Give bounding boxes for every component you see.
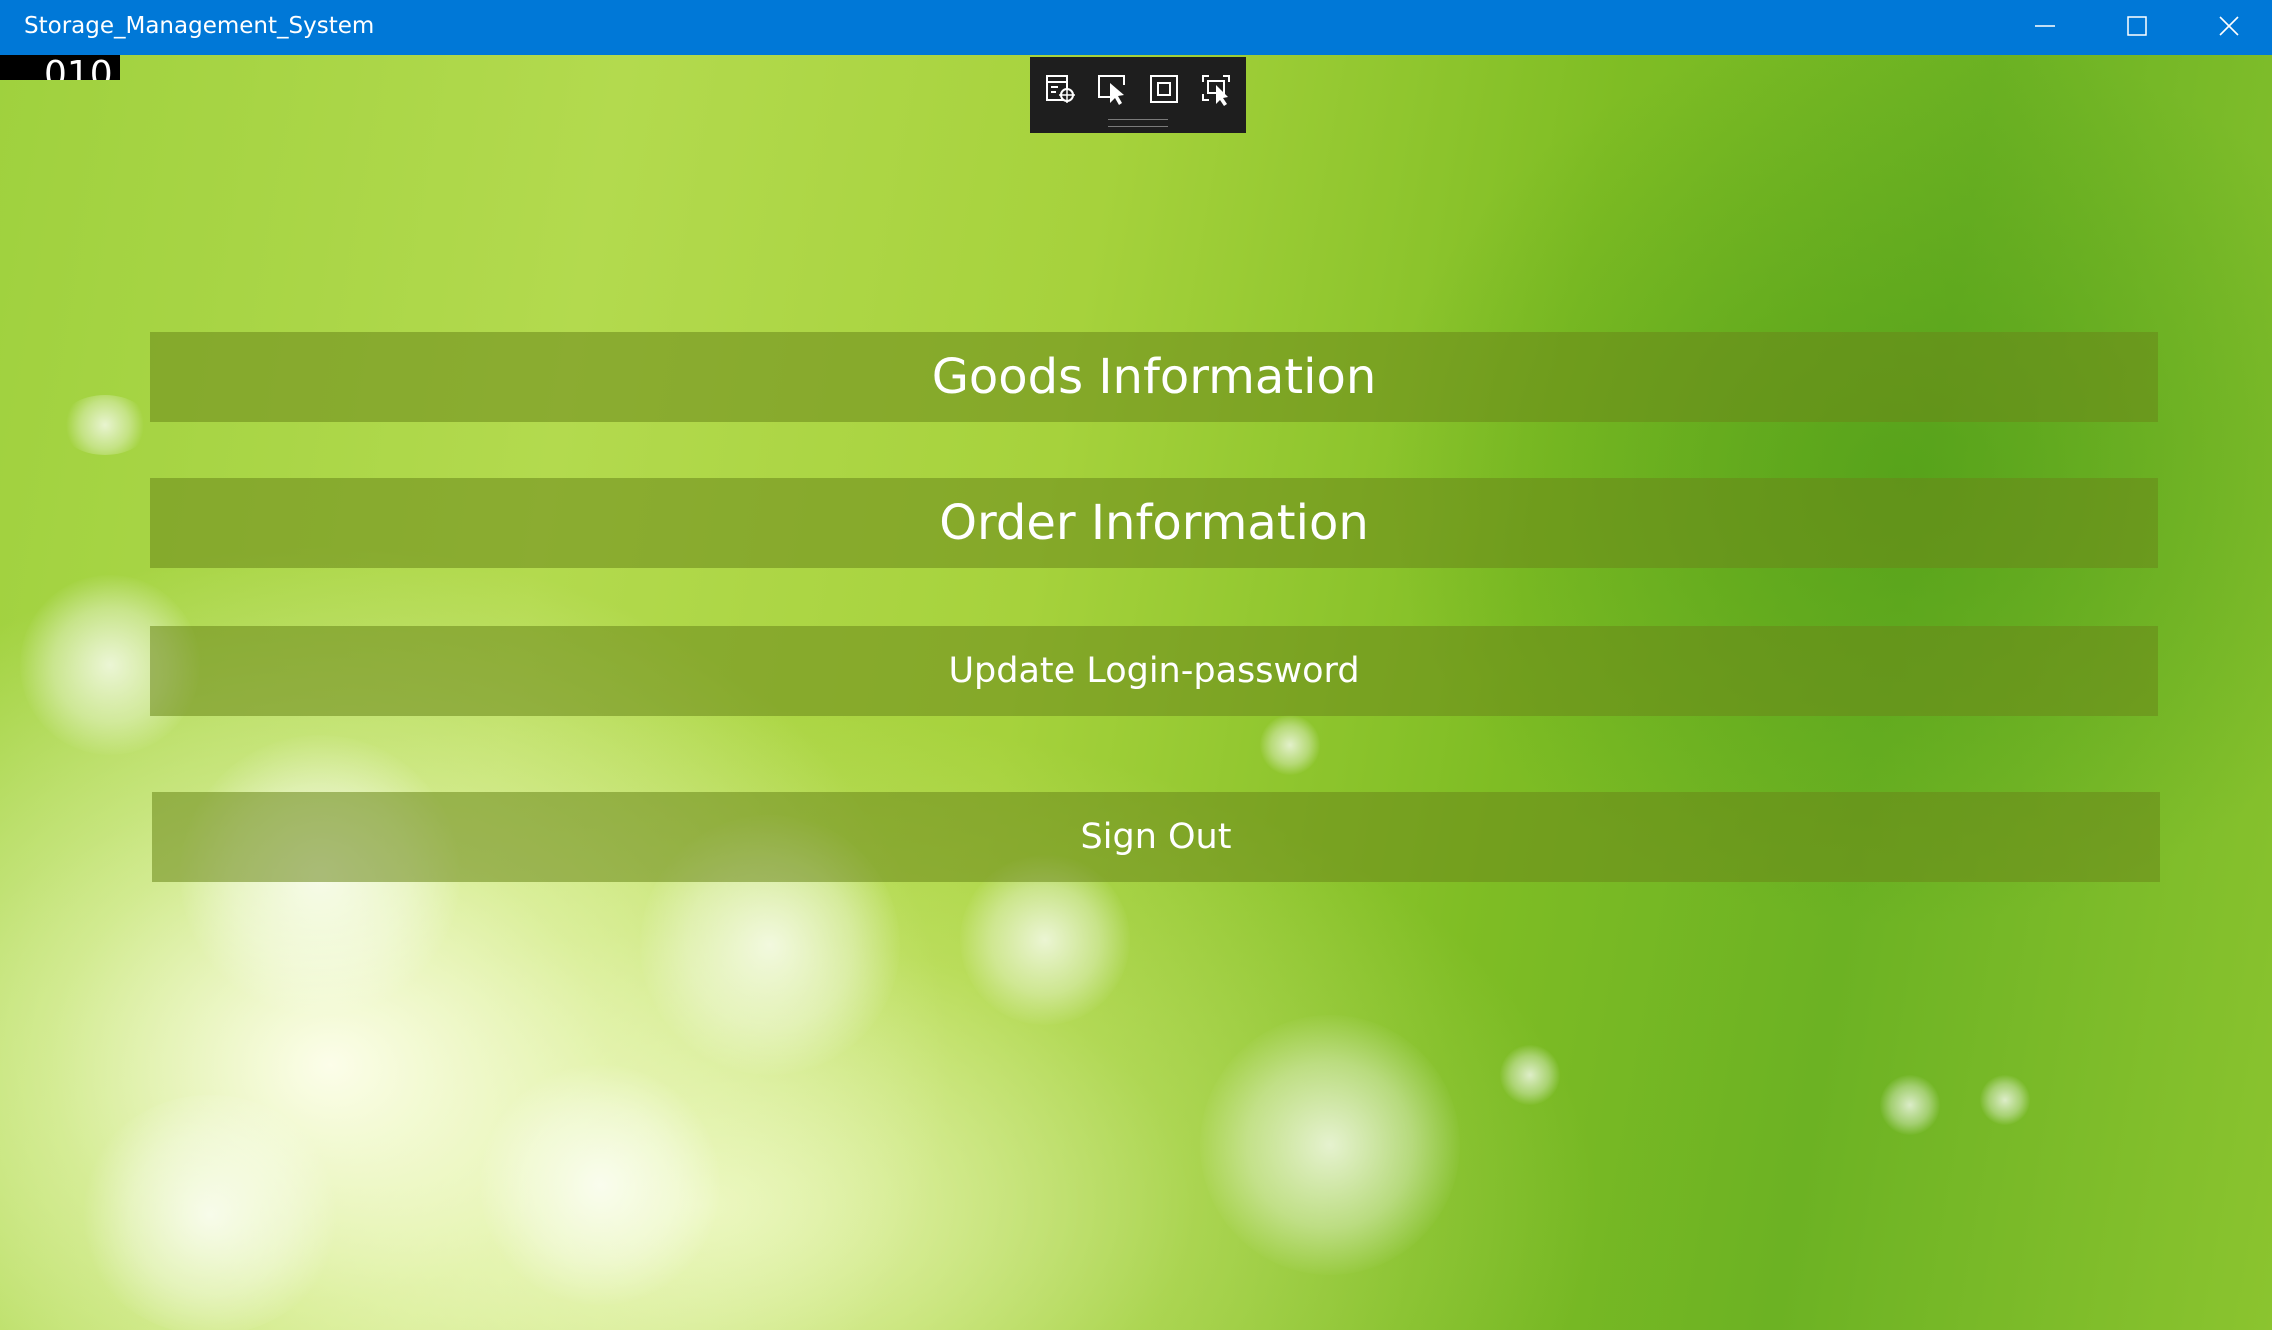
- background-bokeh: [1980, 1075, 2030, 1125]
- window-title: Storage_Management_System: [24, 13, 375, 39]
- app-window: Storage_Management_System 010 Goods Info…: [0, 0, 2272, 1330]
- live-visual-tree-button[interactable]: [1040, 71, 1080, 107]
- display-layout-adorners-icon: [1150, 75, 1178, 103]
- debug-toolbar: [1030, 57, 1246, 133]
- close-button[interactable]: [2183, 0, 2272, 52]
- maximize-icon: [2127, 16, 2147, 36]
- frame-rate-counter: 010: [0, 55, 120, 80]
- update-login-password-button[interactable]: Update Login-password: [150, 626, 2158, 716]
- sign-out-button[interactable]: Sign Out: [152, 792, 2160, 882]
- close-icon: [2219, 16, 2239, 36]
- title-bar[interactable]: Storage_Management_System: [0, 0, 2272, 55]
- select-element-icon: [1098, 75, 1125, 105]
- select-element-button[interactable]: [1092, 71, 1132, 107]
- goods-information-button[interactable]: Goods Information: [150, 332, 2158, 422]
- order-information-button[interactable]: Order Information: [150, 478, 2158, 568]
- background-bokeh: [1500, 1045, 1560, 1105]
- track-focused-element-icon: [1202, 75, 1230, 106]
- live-visual-tree-icon: [1046, 75, 1075, 103]
- toolbar-grip-handle[interactable]: [1108, 119, 1168, 127]
- background-bokeh: [80, 1095, 340, 1330]
- background-bokeh: [480, 1065, 720, 1305]
- background-bokeh: [60, 395, 150, 455]
- background-bokeh: [1260, 715, 1320, 775]
- counter-text: 010: [44, 55, 113, 81]
- background-bokeh: [1200, 1015, 1460, 1275]
- track-focused-element-button[interactable]: [1196, 71, 1236, 107]
- minimize-button[interactable]: [1999, 0, 2091, 52]
- minimize-icon: [2035, 25, 2055, 27]
- display-layout-adorners-button[interactable]: [1144, 71, 1184, 107]
- maximize-button[interactable]: [2091, 0, 2183, 52]
- background-bokeh: [1880, 1075, 1940, 1135]
